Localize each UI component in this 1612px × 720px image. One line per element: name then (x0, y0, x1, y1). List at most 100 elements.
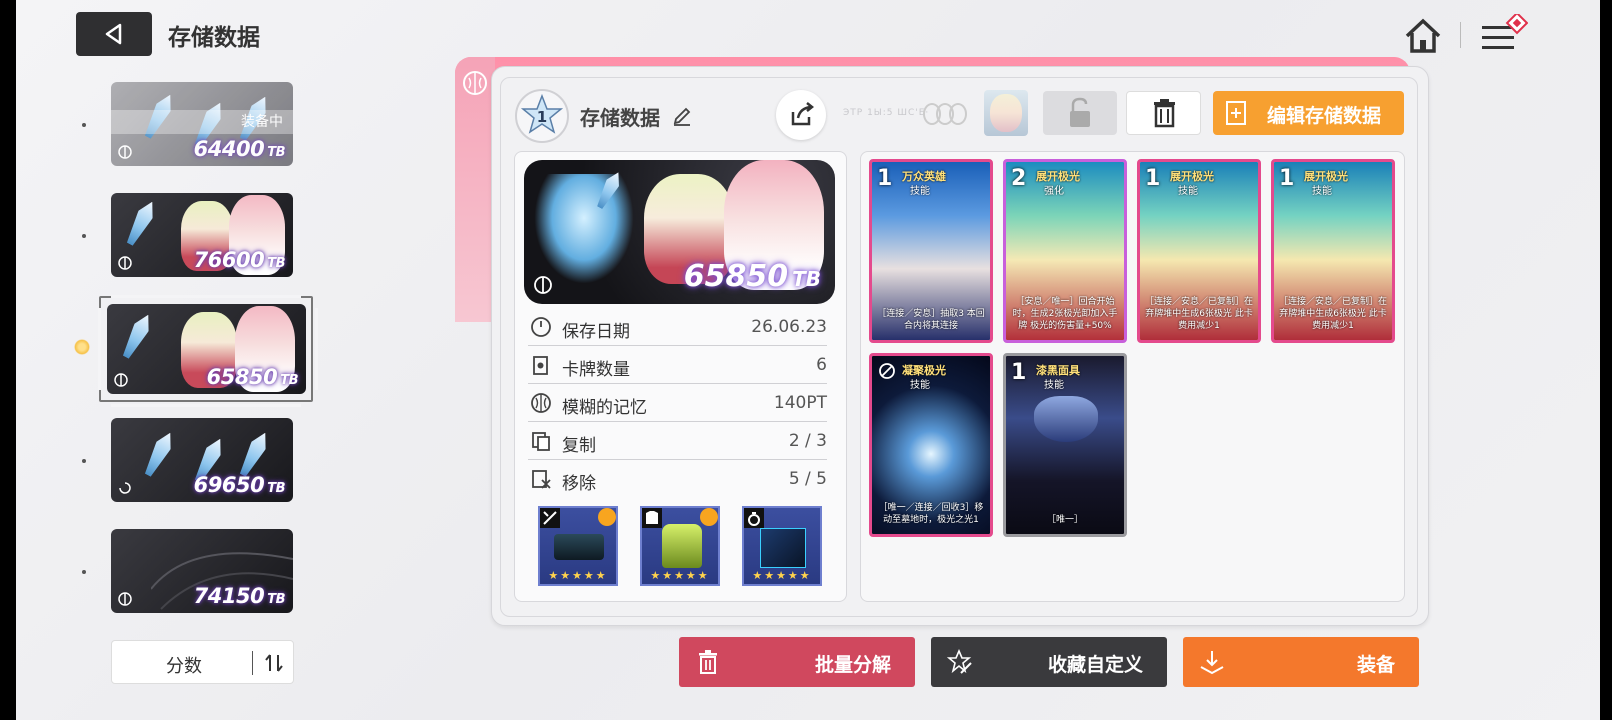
info-value: 26.06.23 (751, 317, 827, 337)
decorative-code-text: ЭТР 1Ы:5 ШС'Е· (843, 108, 930, 118)
crystal-card-art (123, 198, 160, 248)
info-value: 5 / 5 (788, 469, 827, 489)
lock-button[interactable] (1043, 91, 1117, 135)
deck-card[interactable]: 2 展开极光 强化 ［安息／唯一］回合开始时，生成2张极光卸加入手牌 极光的伤害… (1003, 159, 1127, 343)
slot-score: 65850 TB (206, 365, 299, 389)
card-cost: 1 (877, 166, 893, 191)
deck-card[interactable]: 1 万众英雄 技能 ［连接／安息］抽取3 本回合内将其连接 (869, 159, 993, 343)
star-level-icon: 1 (520, 93, 564, 134)
batch-decompose-label: 批量分解 (814, 654, 891, 676)
info-row-copy: 复制 2 / 3 (528, 422, 827, 460)
save-slot[interactable]: 装备中 64400 TB (111, 82, 293, 166)
rings-decoration-icon (923, 103, 967, 125)
save-slot-selected[interactable]: 65850 TB (107, 304, 306, 394)
card-description: ［连接／安息］抽取3 本回合内将其连接 (877, 309, 985, 331)
card-type: 技能 (1312, 186, 1332, 197)
armor-art (662, 524, 702, 568)
info-row-fuzzy-memory: 模糊的记忆 140PT (528, 384, 827, 422)
info-label: 移除 (562, 474, 596, 494)
info-label: 模糊的记忆 (562, 398, 647, 418)
edit-save-data-button[interactable]: 编辑存储数据 (1213, 91, 1404, 135)
crystal-card-art (141, 429, 178, 479)
avatar-art (990, 94, 1022, 132)
home-button[interactable] (1403, 16, 1443, 56)
cards-icon (533, 356, 548, 375)
gear-stars: ★★★★★ (650, 569, 710, 582)
character-avatar[interactable] (984, 90, 1028, 136)
clock-icon (531, 317, 551, 337)
trash-icon (1154, 99, 1175, 128)
panel-side-strip (455, 57, 495, 322)
card-description: ［唯一］ (1046, 515, 1083, 525)
phoenix-emblem-art (534, 174, 634, 284)
sort-divider (252, 651, 253, 675)
gear-slot-armor[interactable]: ★★★★★ (640, 506, 720, 586)
back-arrow-icon (105, 23, 122, 45)
rarity-sun-icon (598, 508, 616, 526)
info-row-save-date: 保存日期 26.06.23 (528, 308, 827, 346)
copy-icon (532, 432, 550, 451)
brain-icon (463, 71, 487, 95)
batch-decompose-button[interactable]: 批量分解 (679, 637, 915, 687)
mask-art (1034, 396, 1098, 442)
card-cost: 1 (1145, 166, 1161, 191)
deck-card[interactable]: 1 漆黑面具 技能 ［唯一］ (1003, 353, 1127, 537)
equip-button[interactable]: 装备 (1183, 637, 1419, 687)
crystal-card-art (119, 311, 156, 361)
weapon-icon (540, 508, 560, 528)
info-value: 6 (816, 355, 827, 375)
card-type: 强化 (1044, 186, 1064, 197)
rarity-sun-icon (700, 508, 718, 526)
save-slot[interactable]: 74150 TB (111, 529, 293, 613)
info-value: 140PT (773, 393, 827, 413)
slot-score: 74150 TB (193, 584, 286, 608)
gauntlet-art (554, 534, 604, 560)
pencil-icon[interactable] (672, 106, 692, 126)
sort-order-icon[interactable] (262, 651, 286, 675)
menu-button[interactable] (1480, 11, 1529, 58)
star-edit-icon (947, 649, 972, 674)
save-slot[interactable]: 69650 TB (111, 418, 293, 502)
cube-art (760, 528, 806, 568)
banner-score: 65850 TB (683, 259, 821, 294)
collection-custom-label: 收藏自定义 (1047, 654, 1143, 676)
card-type: 技能 (1178, 186, 1198, 197)
rail-dot (82, 570, 86, 574)
slot-score: 64400 TB (193, 137, 286, 161)
notification-diamond-icon (1505, 11, 1529, 35)
deck-card[interactable]: 凝聚极光 技能 ［唯一／连接／回收3］移动至墓地时，极光之光1 (869, 353, 993, 537)
sort-label: 分数 (166, 656, 202, 677)
back-button[interactable] (76, 12, 152, 56)
sort-dropdown[interactable]: 分数 (111, 640, 294, 684)
swirl-icon (119, 482, 131, 494)
no-cost-icon (879, 363, 895, 379)
info-row-card-count: 卡牌数量 6 (528, 346, 827, 384)
current-slot-indicator (74, 339, 90, 355)
deck-card[interactable]: 1 展开极光 技能 ［连接／安息／已复制］在弃牌堆中生成6张极光 此卡费用减少1 (1271, 159, 1395, 343)
clef-icon (534, 276, 552, 294)
save-slot[interactable]: 76600 TB (111, 193, 293, 277)
info-label: 复制 (562, 436, 596, 456)
save-banner: 65850 TB (524, 160, 835, 304)
equip-icon (1200, 651, 1224, 675)
gear-stars: ★★★★★ (548, 569, 608, 582)
delete-button[interactable] (1126, 91, 1201, 135)
gear-stars: ★★★★★ (752, 569, 812, 582)
card-cost: 1 (1279, 166, 1295, 191)
info-label: 卡牌数量 (562, 360, 630, 380)
edit-card-icon (1226, 101, 1246, 125)
armor-icon (642, 508, 662, 528)
gear-slot-weapon[interactable]: ★★★★★ (538, 506, 618, 586)
gear-slot-accessory[interactable]: ★★★★★ (742, 506, 822, 586)
share-icon (791, 102, 815, 126)
info-value: 2 / 3 (788, 431, 827, 451)
ring-icon (744, 508, 764, 528)
deck-card[interactable]: 1 展开极光 技能 ［连接／安息／已复制］在弃牌堆中生成6张极光 此卡费用减少1 (1137, 159, 1261, 343)
collection-custom-button[interactable]: 收藏自定义 (931, 637, 1167, 687)
crystal-card-art (236, 429, 273, 479)
level-badge: 1 (515, 89, 569, 143)
share-button[interactable] (776, 90, 826, 140)
menu-icon (1482, 11, 1529, 49)
info-row-remove: 移除 5 / 5 (528, 460, 827, 498)
unlock-icon (1070, 97, 1090, 127)
